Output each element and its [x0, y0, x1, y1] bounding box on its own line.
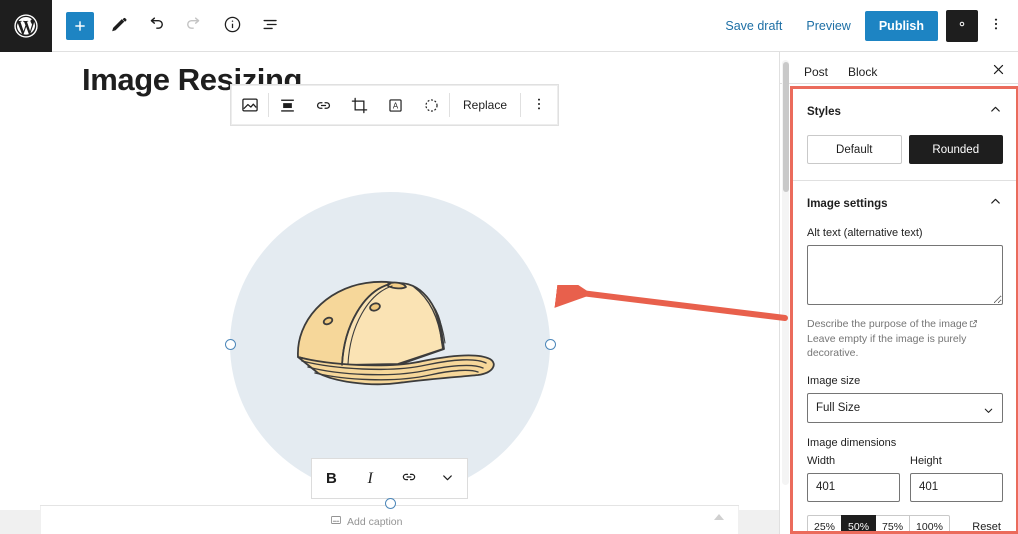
caption-icon	[330, 514, 342, 529]
resize-handle-left[interactable]	[225, 339, 236, 350]
top-bar-actions: Save draft Preview Publish	[715, 9, 1018, 43]
image-settings-header[interactable]: Image settings	[807, 194, 1003, 214]
scale-75-button[interactable]: 75%	[875, 515, 910, 534]
top-bar-tools	[52, 8, 288, 44]
info-circle-icon	[223, 15, 242, 37]
list-view-icon	[261, 15, 280, 37]
image-size-group: Image size Full Size	[807, 375, 1003, 423]
block-settings-sidebar: Post Block Styles	[779, 52, 1018, 534]
add-block-button[interactable]	[62, 8, 98, 44]
alt-text-help-link[interactable]: Describe the purpose of the image	[807, 318, 968, 330]
reset-button[interactable]: Reset	[970, 517, 1003, 534]
resize-handle-right[interactable]	[545, 339, 556, 350]
save-draft-button[interactable]: Save draft	[715, 12, 792, 40]
pencil-icon	[109, 15, 128, 37]
link-button[interactable]	[305, 86, 341, 124]
bold-button[interactable]: B	[312, 459, 351, 498]
caption-format-toolbar: B I	[311, 458, 468, 499]
tab-block[interactable]: Block	[838, 59, 887, 85]
chevron-up-icon[interactable]	[988, 194, 1003, 214]
gear-icon	[954, 16, 970, 35]
tab-post[interactable]: Post	[794, 59, 838, 85]
scale-100-button[interactable]: 100%	[909, 515, 950, 534]
block-toolbar: A Replace	[231, 85, 558, 125]
wordpress-block-editor: Save draft Preview Publish	[0, 0, 1018, 534]
style-option-default[interactable]: Default	[807, 135, 902, 164]
image-settings-panel: Image settings Alt text (alternative tex…	[793, 181, 1017, 534]
preview-button[interactable]: Preview	[796, 12, 860, 40]
styles-panel: Styles Default Rounded	[793, 89, 1017, 181]
image-block[interactable]	[230, 192, 550, 497]
tools-edit-button[interactable]	[100, 8, 136, 44]
chevron-down-icon	[440, 470, 455, 488]
style-options: Default Rounded	[807, 135, 1003, 164]
scale-50-button[interactable]: 50%	[841, 515, 876, 534]
dimension-inputs: Width Height	[807, 455, 1003, 502]
styles-panel-title: Styles	[807, 106, 841, 118]
post-content-sheet: Image Resizing	[0, 52, 779, 510]
height-label: Height	[910, 455, 1003, 467]
alt-text-field[interactable]	[807, 245, 1003, 305]
sidebar-tabs: Post Block	[780, 52, 1018, 84]
caption-more-button[interactable]	[428, 459, 467, 498]
block-options-button[interactable]	[521, 86, 557, 124]
editor-canvas: Image Resizing	[0, 52, 779, 534]
scale-25-button[interactable]: 25%	[807, 515, 842, 534]
more-options-button[interactable]	[982, 9, 1010, 43]
settings-button[interactable]	[946, 10, 978, 42]
scale-buttons: 25% 50% 75% 100%	[807, 515, 950, 534]
width-input[interactable]	[807, 473, 900, 502]
plus-icon	[66, 12, 94, 40]
image-size-label: Image size	[807, 375, 1003, 387]
italic-button[interactable]: I	[351, 459, 390, 498]
styles-panel-header[interactable]: Styles	[807, 102, 1003, 122]
undo-arrow-icon	[146, 14, 166, 37]
editor-top-bar: Save draft Preview Publish	[0, 0, 1018, 52]
image-settings-title: Image settings	[807, 198, 888, 210]
height-input[interactable]	[910, 473, 1003, 502]
kebab-menu-icon	[988, 16, 1004, 35]
wordpress-logo-icon[interactable]	[0, 0, 52, 52]
redo-button[interactable]	[176, 8, 212, 44]
duotone-filter-button[interactable]	[413, 86, 449, 124]
list-view-button[interactable]	[252, 8, 288, 44]
image-dimensions-label: Image dimensions	[807, 437, 1003, 449]
redo-arrow-icon	[184, 14, 204, 37]
chevron-up-icon[interactable]	[988, 102, 1003, 122]
caption-link-button[interactable]	[390, 459, 429, 498]
scroll-caret-icon	[714, 514, 724, 520]
add-caption-field[interactable]: Add caption	[330, 514, 402, 529]
sidebar-scrollbar-thumb[interactable]	[783, 62, 789, 192]
height-group: Height	[910, 455, 1003, 502]
undo-button[interactable]	[138, 8, 174, 44]
image-rounded-frame	[230, 192, 550, 497]
publish-button[interactable]: Publish	[865, 11, 938, 41]
details-button[interactable]	[214, 8, 250, 44]
sidebar-content: Styles Default Rounded Image settings	[793, 89, 1017, 534]
image-dimensions-group: Image dimensions Width Height	[807, 437, 1003, 534]
svg-text:A: A	[392, 101, 398, 110]
alt-text-label: Alt text (alternative text)	[807, 227, 1003, 239]
replace-button[interactable]: Replace	[450, 86, 520, 124]
align-button[interactable]	[269, 86, 305, 124]
width-label: Width	[807, 455, 900, 467]
add-caption-label: Add caption	[347, 516, 402, 528]
external-link-icon	[969, 318, 978, 332]
style-option-rounded[interactable]: Rounded	[909, 135, 1004, 164]
alt-text-help-rest: Leave empty if the image is purely decor…	[807, 333, 966, 359]
text-overlay-button[interactable]: A	[377, 86, 413, 124]
close-sidebar-button[interactable]	[984, 57, 1012, 85]
kebab-menu-icon	[531, 96, 547, 115]
image-size-select-wrap: Full Size	[807, 393, 1003, 423]
link-icon	[400, 468, 418, 489]
scale-row: 25% 50% 75% 100% Reset	[807, 515, 1003, 534]
image-size-select[interactable]: Full Size	[807, 393, 1003, 423]
width-group: Width	[807, 455, 900, 502]
image-icon[interactable]	[232, 86, 268, 124]
crop-button[interactable]	[341, 86, 377, 124]
alt-text-help: Describe the purpose of the image Leave e…	[807, 317, 1003, 361]
baseball-cap-image	[278, 269, 503, 404]
resize-handle-bottom[interactable]	[385, 498, 396, 509]
close-icon	[991, 62, 1006, 80]
